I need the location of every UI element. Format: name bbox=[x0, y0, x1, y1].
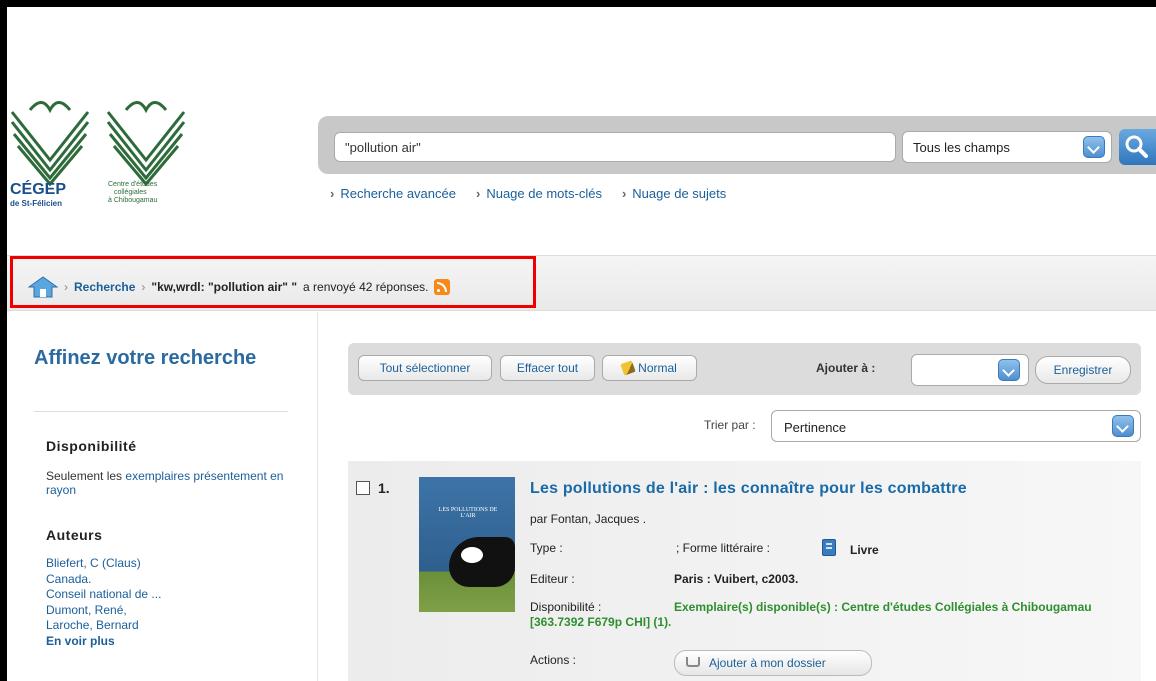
add-to-list-select[interactable] bbox=[911, 354, 1029, 386]
cart-icon bbox=[686, 657, 700, 667]
type-value: Livre bbox=[850, 543, 879, 557]
actions-label: Actions : bbox=[530, 653, 577, 667]
author-link[interactable]: Laroche, Bernard bbox=[46, 618, 161, 634]
result-number: 1. bbox=[378, 480, 390, 496]
keyword-cloud-link[interactable]: Nuage de mots-clés bbox=[476, 186, 602, 201]
type-label: Type : bbox=[530, 541, 563, 555]
breadcrumb-separator: › bbox=[64, 280, 68, 294]
normal-view-button[interactable]: Normal bbox=[602, 355, 697, 381]
search-field-select[interactable]: Tous les champs bbox=[902, 131, 1112, 163]
add-to-label: Ajouter à : bbox=[816, 361, 876, 375]
breadcrumb: › Recherche › "kw,wrdl: "pollution air" … bbox=[28, 276, 451, 298]
cegep-logo: CÉGEP de St-Félicien Centre d'études col… bbox=[10, 101, 186, 208]
availability-facet: Seulement les exemplaires présentement e… bbox=[46, 469, 284, 497]
author-link[interactable]: Bliefert, C (Claus) bbox=[46, 556, 161, 572]
breadcrumb-search-link[interactable]: Recherche bbox=[74, 280, 135, 294]
sort-value: Pertinence bbox=[784, 420, 847, 435]
chevron-down-icon[interactable] bbox=[1112, 415, 1134, 437]
svg-text:à Chibougamau: à Chibougamau bbox=[108, 197, 158, 204]
breadcrumb-result-count: a renvoyé 42 réponses. bbox=[303, 280, 429, 294]
authors-list: Bliefert, C (Claus) Canada. Conseil nati… bbox=[46, 556, 161, 649]
editor-value: Paris : Vuibert, c2003. bbox=[674, 572, 799, 586]
cow-illustration bbox=[449, 537, 515, 587]
search-quick-links: Recherche avancée Nuage de mots-clés Nua… bbox=[330, 186, 726, 201]
editor-label: Editeur : bbox=[530, 572, 575, 586]
availability-label: Disponibilité : bbox=[530, 600, 602, 614]
result-author: par Fontan, Jacques . bbox=[530, 512, 647, 526]
author-link[interactable]: Dumont, René, bbox=[46, 603, 161, 619]
availability-heading: Disponibilité bbox=[46, 438, 137, 454]
authors-heading: Auteurs bbox=[46, 527, 103, 543]
result-title-link[interactable]: Les pollutions de l'air : les connaître … bbox=[530, 480, 967, 498]
home-icon[interactable] bbox=[28, 276, 58, 298]
search-input[interactable] bbox=[334, 132, 896, 162]
rss-icon[interactable] bbox=[434, 279, 451, 295]
svg-text:de St-Félicien: de St-Félicien bbox=[10, 199, 62, 208]
sort-select[interactable]: Pertinence bbox=[771, 410, 1141, 442]
cover-title: LES POLLUTIONS DE L'AIR bbox=[438, 507, 498, 519]
clear-all-button[interactable]: Effacer tout bbox=[500, 355, 595, 381]
chevron-down-icon[interactable] bbox=[1083, 136, 1105, 158]
breadcrumb-separator: › bbox=[141, 280, 146, 294]
result-checkbox[interactable] bbox=[356, 481, 370, 495]
select-all-button[interactable]: Tout sélectionner bbox=[358, 355, 492, 381]
divider bbox=[34, 411, 288, 412]
save-button[interactable]: Enregistrer bbox=[1035, 356, 1131, 384]
advanced-search-link[interactable]: Recherche avancée bbox=[330, 186, 456, 201]
book-cover[interactable]: LES POLLUTIONS DE L'AIR bbox=[419, 477, 515, 612]
search-icon bbox=[1125, 135, 1148, 158]
author-link[interactable]: Conseil national de ... bbox=[46, 587, 161, 603]
show-more-link[interactable]: En voir plus bbox=[46, 634, 161, 650]
book-icon bbox=[822, 539, 836, 556]
sort-label: Trier par : bbox=[704, 418, 756, 432]
svg-text:Centre d'études: Centre d'études bbox=[108, 181, 158, 188]
search-field-value: Tous les champs bbox=[913, 140, 1010, 155]
highlighter-icon bbox=[620, 360, 636, 376]
cegep-text: CÉGEP bbox=[10, 179, 66, 198]
chevron-down-icon[interactable] bbox=[998, 359, 1020, 381]
svg-text:collégiales: collégiales bbox=[114, 189, 147, 196]
add-to-dossier-button[interactable]: Ajouter à mon dossier bbox=[674, 650, 872, 676]
facets-title: Affinez votre recherche bbox=[34, 347, 257, 369]
breadcrumb-query: "kw,wrdl: "pollution air" " bbox=[151, 280, 298, 294]
author-link[interactable]: Canada. bbox=[46, 572, 161, 588]
subject-cloud-link[interactable]: Nuage de sujets bbox=[622, 186, 726, 201]
form-label: ; Forme littéraire : bbox=[676, 541, 771, 555]
search-button[interactable] bbox=[1119, 129, 1156, 165]
availability-value: Exemplaire(s) disponible(s) : Centre d'é… bbox=[530, 600, 1092, 629]
